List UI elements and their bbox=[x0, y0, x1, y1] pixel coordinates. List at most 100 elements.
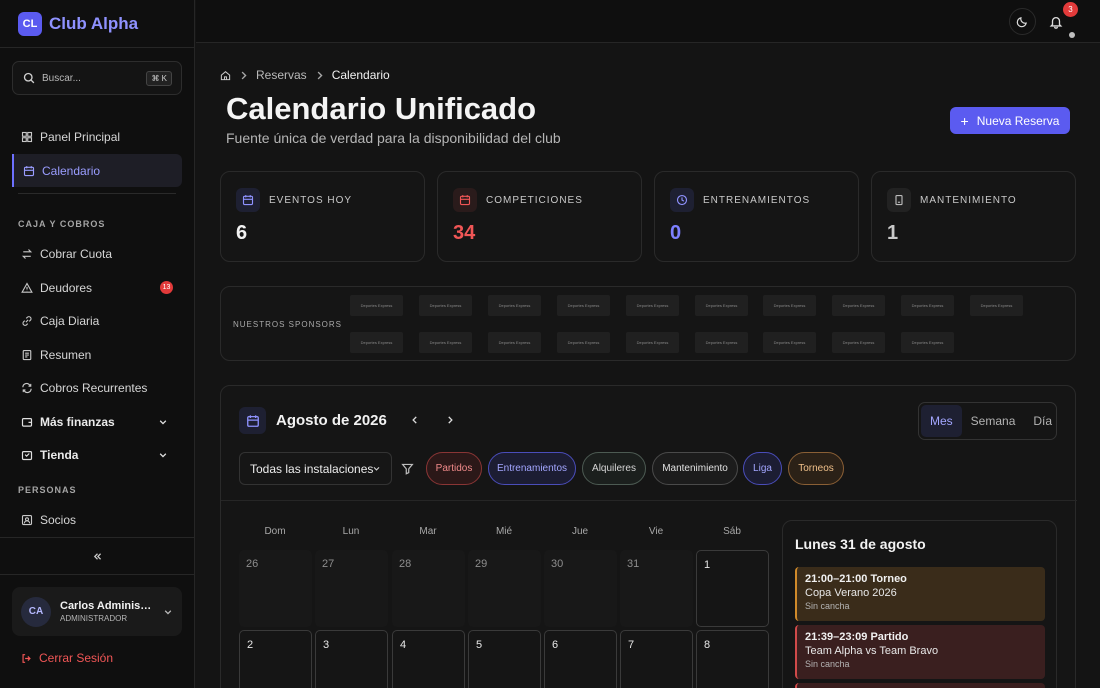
calendar-header-icon-bg bbox=[239, 407, 266, 434]
sidebar-item-caja-diaria[interactable]: Caja Diaria bbox=[12, 304, 182, 337]
sponsor-logo[interactable]: Deportes Express bbox=[419, 332, 472, 353]
event-name: Team Alpha vs Team Bravo bbox=[805, 645, 939, 657]
sponsor-logo[interactable]: Deportes Express bbox=[832, 295, 885, 316]
calendar-day-cell[interactable]: 31 bbox=[620, 550, 693, 627]
weekday-header: Mar bbox=[419, 526, 437, 537]
facility-select[interactable]: Todas las instalaciones bbox=[239, 452, 392, 485]
logout-button[interactable]: Cerrar Sesión bbox=[21, 651, 113, 665]
calendar-day-cell[interactable]: 30 bbox=[544, 550, 617, 627]
filter-chip-entrenamientos[interactable]: Entrenamientos bbox=[488, 452, 576, 485]
sponsor-logo[interactable]: Deportes Express bbox=[488, 332, 541, 353]
filter-chip-mantenimiento[interactable]: Mantenimiento bbox=[652, 452, 738, 485]
calendar-day-cell[interactable]: 6 bbox=[544, 630, 617, 688]
event-place: Sin cancha bbox=[805, 601, 850, 611]
sponsor-logo[interactable]: Deportes Express bbox=[763, 332, 816, 353]
calendar-day-cell[interactable]: 2 bbox=[239, 630, 312, 688]
sidebar-group-label: Más finanzas bbox=[40, 414, 115, 429]
stat-value: 6 bbox=[236, 222, 248, 244]
filter-chip-alquileres[interactable]: Alquileres bbox=[582, 452, 646, 485]
user-role: ADMINISTRADOR bbox=[60, 614, 128, 623]
stat-label: ENTRENAMIENTOS bbox=[703, 195, 811, 206]
calendar-day-cell[interactable]: 5 bbox=[468, 630, 541, 688]
sidebar-item-deudores[interactable]: Deudores 13 bbox=[12, 271, 182, 304]
sidebar-item-socios[interactable]: Socios bbox=[12, 503, 182, 536]
sidebar-item-panel-principal[interactable]: Panel Principal bbox=[12, 120, 182, 153]
breadcrumb-current: Calendario bbox=[331, 68, 390, 82]
calendar-day-cell[interactable]: 27 bbox=[315, 550, 388, 627]
calendar-day-cell[interactable]: 1 bbox=[696, 550, 769, 627]
breadcrumb-reservas[interactable]: Reservas bbox=[256, 68, 307, 82]
calendar-day-cell[interactable]: 7 bbox=[620, 630, 693, 688]
agenda-event[interactable]: 21:00–21:00 Torneo Copa Verano 2026 Sin … bbox=[795, 567, 1045, 621]
page-title: Calendario Unificado bbox=[226, 91, 537, 126]
sponsor-logo[interactable]: Deportes Express bbox=[419, 295, 472, 316]
stat-card-competiciones: COMPETICIONES 34 bbox=[437, 171, 642, 262]
stat-value: 1 bbox=[887, 222, 899, 244]
stat-icon-bg bbox=[453, 188, 477, 212]
sponsor-logo[interactable]: Deportes Express bbox=[350, 332, 403, 353]
calendar-day-cell[interactable]: 8 bbox=[696, 630, 769, 688]
topbar: 3 bbox=[196, 0, 1100, 43]
stat-label: COMPETICIONES bbox=[486, 195, 583, 206]
sponsor-logo[interactable]: Deportes Express bbox=[350, 295, 403, 316]
agenda-event[interactable]: 21:39–23:09 Partido Team Alpha vs Team B… bbox=[795, 625, 1045, 679]
calendar-icon bbox=[459, 195, 471, 206]
new-booking-button[interactable]: + Nueva Reserva bbox=[950, 107, 1070, 134]
view-day-tab[interactable]: Día bbox=[1024, 405, 1061, 437]
agenda-event-partial[interactable] bbox=[795, 683, 1045, 688]
moon-icon bbox=[1016, 17, 1027, 28]
bell-icon bbox=[1049, 16, 1062, 29]
weekday-header: Mié bbox=[495, 526, 513, 537]
home-icon[interactable] bbox=[220, 70, 231, 81]
collapse-sidebar-button[interactable] bbox=[0, 537, 195, 575]
view-month-tab[interactable]: Mes bbox=[921, 405, 962, 437]
calendar-day-cell[interactable]: 26 bbox=[239, 550, 312, 627]
chevron-left-icon bbox=[412, 416, 417, 424]
theme-toggle-button[interactable] bbox=[1009, 8, 1036, 35]
view-switcher: Mes Semana Día bbox=[918, 402, 1057, 440]
members-icon bbox=[21, 514, 33, 525]
logout-icon bbox=[22, 653, 31, 663]
sponsor-logo[interactable]: Deportes Express bbox=[901, 295, 954, 316]
sidebar-item-cobros-recurrentes[interactable]: Cobros Recurrentes bbox=[12, 371, 182, 404]
breadcrumb: Reservas Calendario bbox=[220, 68, 390, 82]
prev-month-button[interactable] bbox=[408, 413, 422, 427]
brand[interactable]: CL Club Alpha bbox=[0, 0, 194, 48]
sponsor-logo[interactable]: Deportes Express bbox=[832, 332, 885, 353]
sponsor-logo[interactable]: Deportes Express bbox=[695, 332, 748, 353]
repeat-icon bbox=[22, 382, 32, 393]
chevron-down-icon bbox=[373, 466, 380, 471]
sponsor-logo[interactable]: Deportes Express bbox=[626, 332, 679, 353]
filter-chip-torneos[interactable]: Torneos bbox=[788, 452, 844, 485]
sidebar-group-mas-finanzas[interactable]: Más finanzas bbox=[12, 405, 182, 438]
sidebar-group-tienda[interactable]: Tienda bbox=[12, 438, 182, 471]
sidebar-item-cobrar-cuota[interactable]: Cobrar Cuota bbox=[12, 237, 182, 270]
filter-chip-partidos[interactable]: Partidos bbox=[426, 452, 482, 485]
chevron-right-icon bbox=[317, 71, 323, 79]
user-menu[interactable]: CA Carlos Administrador ADMINISTRADOR bbox=[12, 587, 182, 636]
filter-chip-liga[interactable]: Liga bbox=[743, 452, 782, 485]
sponsor-logo[interactable]: Deportes Express bbox=[970, 295, 1023, 316]
main-content: Reservas Calendario Calendario Unificado… bbox=[196, 43, 1100, 688]
calendar-day-cell[interactable]: 28 bbox=[392, 550, 465, 627]
calendar-day-cell[interactable]: 29 bbox=[468, 550, 541, 627]
sidebar-item-resumen[interactable]: Resumen bbox=[12, 338, 182, 371]
sponsor-logo[interactable]: Deportes Express bbox=[695, 295, 748, 316]
sponsor-logo[interactable]: Deportes Express bbox=[488, 295, 541, 316]
device-icon bbox=[895, 194, 903, 206]
user-info: Carlos Administrador ADMINISTRADOR bbox=[60, 600, 152, 623]
sidebar-item-calendario[interactable]: Calendario bbox=[12, 154, 182, 187]
sponsor-logo[interactable]: Deportes Express bbox=[901, 332, 954, 353]
next-month-button[interactable] bbox=[443, 413, 457, 427]
search-input[interactable]: Buscar... ⌘ K bbox=[12, 61, 182, 95]
calendar-day-cell[interactable]: 3 bbox=[315, 630, 388, 688]
sponsor-logo[interactable]: Deportes Express bbox=[557, 332, 610, 353]
sidebar-item-label: Calendario bbox=[42, 163, 101, 178]
calendar-day-cell[interactable]: 4 bbox=[392, 630, 465, 688]
sponsor-logo[interactable]: Deportes Express bbox=[626, 295, 679, 316]
view-week-tab[interactable]: Semana bbox=[962, 405, 1025, 437]
event-time: 21:39–23:09 Partido bbox=[805, 631, 909, 643]
notification-count-badge: 3 bbox=[1063, 2, 1078, 17]
sponsor-logo[interactable]: Deportes Express bbox=[763, 295, 816, 316]
sponsor-logo[interactable]: Deportes Express bbox=[557, 295, 610, 316]
